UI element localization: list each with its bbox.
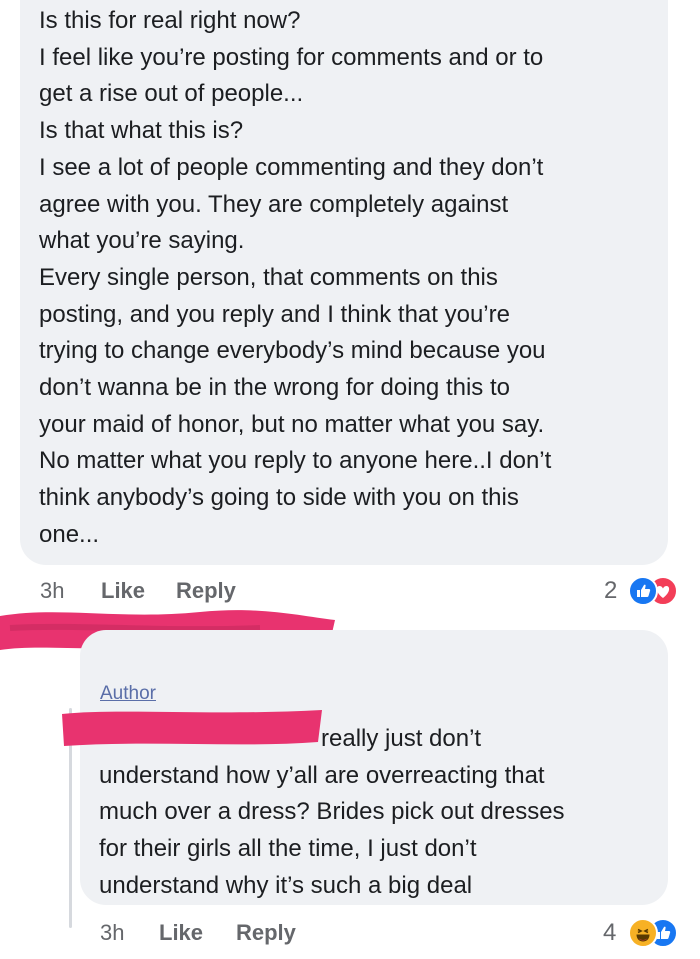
reaction-count[interactable]: 2	[604, 576, 617, 606]
reply-text: really just don’t understand how y’all a…	[99, 721, 659, 905]
reply-like-button[interactable]: Like	[159, 918, 203, 948]
haha-reaction-icon	[628, 918, 658, 948]
comment-text: Is this for real right now? I feel like …	[39, 7, 552, 548]
reply-text-first-line: really just don’t	[321, 725, 482, 752]
reply-text-rest: understand how y’all are overreacting th…	[99, 761, 565, 899]
author-badge[interactable]: Author	[100, 682, 156, 706]
reply-reply-button[interactable]: Reply	[236, 918, 296, 948]
reaction-summary[interactable]	[622, 574, 686, 606]
reply-reaction-count[interactable]: 4	[603, 918, 616, 948]
reply-actions: 3h Like Reply	[0, 918, 700, 948]
reply-timestamp[interactable]: 3h	[100, 918, 124, 948]
reply-reaction-summary[interactable]	[622, 916, 686, 948]
like-reaction-icon	[628, 576, 658, 606]
